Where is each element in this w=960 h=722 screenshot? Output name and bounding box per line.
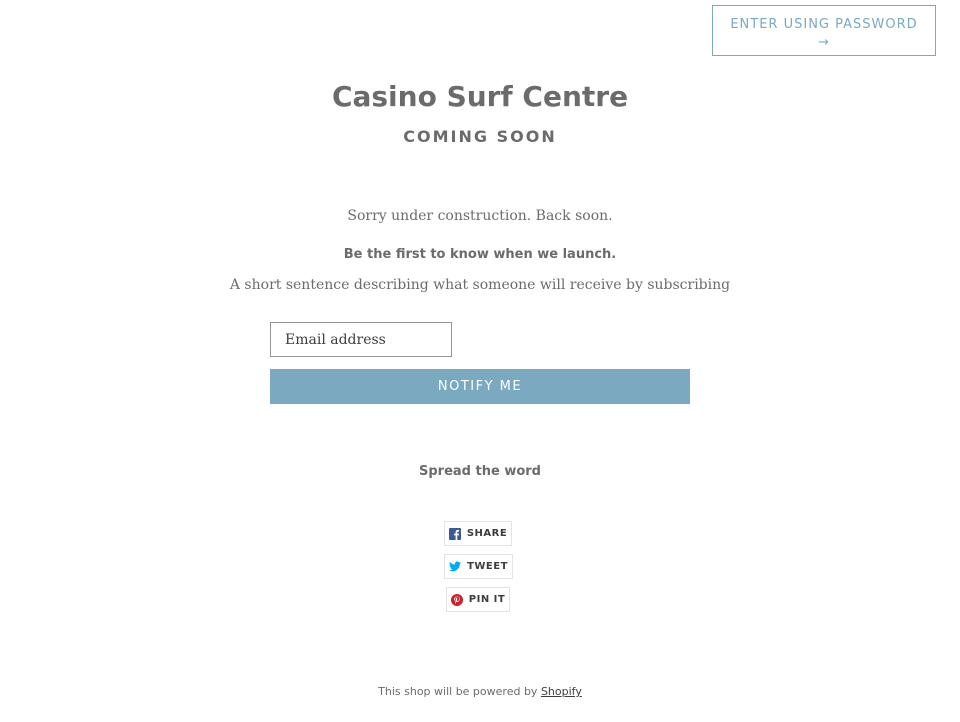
share-label: SHARE <box>466 528 508 539</box>
email-field[interactable] <box>270 322 452 357</box>
pin-it-label: PIN IT <box>468 594 506 605</box>
pinterest-icon <box>450 593 463 606</box>
notify-me-button[interactable]: NOTIFY ME <box>270 369 690 404</box>
twitter-share-button[interactable]: TWEET <box>444 554 513 579</box>
status-message: Sorry under construction. Back soon. <box>347 208 613 224</box>
twitter-icon <box>449 561 462 572</box>
facebook-icon <box>448 527 461 540</box>
spread-the-word-heading: Spread the word <box>419 464 541 479</box>
enter-using-password-button[interactable]: ENTER USING PASSWORD → <box>712 5 936 56</box>
enter-password-label: ENTER USING PASSWORD <box>730 17 918 32</box>
newsletter-description: A short sentence describing what someone… <box>229 277 731 293</box>
arrow-right-icon: → <box>818 35 830 50</box>
tweet-label: TWEET <box>467 561 508 572</box>
newsletter-heading: Be the first to know when we launch. <box>343 247 617 262</box>
pinterest-share-button[interactable]: PIN IT <box>446 587 510 612</box>
coming-soon-label: COMING SOON <box>403 127 557 146</box>
store-name: Casino Surf Centre <box>331 80 629 113</box>
facebook-share-button[interactable]: SHARE <box>444 521 512 546</box>
shopify-link[interactable]: Shopify <box>541 685 582 698</box>
footer: This shop will be powered by Shopify <box>0 685 960 698</box>
powered-by-text: This shop will be powered by <box>378 685 541 698</box>
